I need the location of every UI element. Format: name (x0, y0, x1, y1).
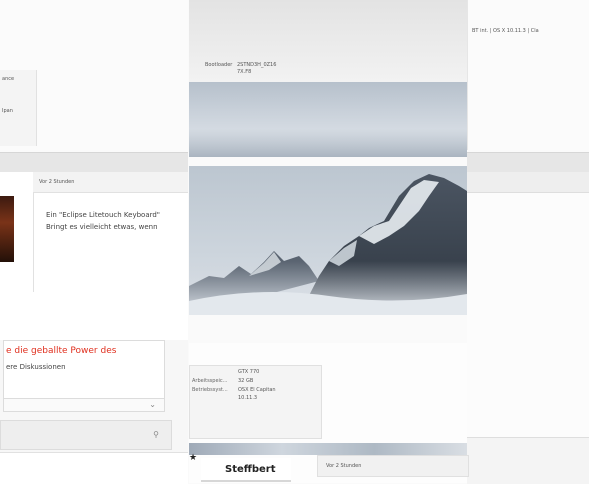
username-plate[interactable]: Steffbert (201, 458, 291, 482)
chevron-down-icon[interactable]: ⌄ (149, 400, 156, 409)
promo-subtext[interactable]: ere Diskussionen (6, 362, 66, 372)
separator (467, 152, 589, 174)
profile-info-box: ance Ipan (0, 70, 37, 146)
left-footer (0, 452, 188, 484)
wrench-icon[interactable]: ⚲ (153, 430, 159, 439)
right-panel-top: BT int. | OS X 10.11.3 | Cla (467, 0, 589, 150)
mountain-illustration (189, 174, 467, 315)
toolbar-bar: ⚲ (0, 420, 172, 450)
spec-value: 2STND3H_0Z16 (237, 62, 277, 68)
post-header: Vor 2 Stunden (33, 172, 188, 193)
sidebar-text: Ipan (2, 108, 13, 114)
right-panel-mid (467, 172, 589, 437)
avatar[interactable] (0, 196, 14, 262)
spec-label: Arbeitsspeic... (192, 378, 228, 384)
spec-label: Bootloader (205, 62, 233, 68)
post-header (467, 172, 589, 193)
promo-headline[interactable]: e die geballte Power des (6, 346, 116, 356)
post-text-line: Ein "Eclipse Litetouch Keyboard" (46, 211, 161, 219)
signature-text: BT int. | OS X 10.11.3 | Cla (472, 28, 539, 34)
separator (0, 152, 188, 174)
username[interactable]: Steffbert (225, 464, 276, 475)
dropdown[interactable]: ⌄ (3, 398, 165, 412)
left-sidebar-panel: ance Ipan (0, 0, 188, 150)
post-text-line: Bringt es vielleicht etwas, wenn (46, 223, 158, 231)
post-left: Vor 2 Stunden Ein "Eclipse Litetouch Key… (0, 172, 188, 340)
spec-value: OSX El Capitan (238, 387, 276, 393)
post-content: Ein "Eclipse Litetouch Keyboard" Bringt … (33, 192, 189, 292)
promo-box: e die geballte Power des ere Diskussione… (3, 340, 165, 400)
spec-value: 7X.F8 (237, 69, 252, 75)
left-bottom-area: e die geballte Power des ere Diskussione… (0, 340, 188, 484)
star-icon[interactable]: ★ (189, 453, 197, 463)
image-strip (189, 443, 467, 455)
system-specs-card: GTX 770 Arbeitsspeic... 32 GB Betriebssy… (189, 365, 322, 439)
post-header: Vor 2 Stunden (317, 455, 469, 477)
wallpaper-image-mountain (189, 166, 467, 315)
post-timestamp: Vor 2 Stunden (39, 179, 75, 185)
spec-value: GTX 770 (238, 369, 260, 375)
spec-value: 32 GB (238, 378, 254, 384)
right-panel-bottom (467, 437, 589, 484)
post-timestamp: Vor 2 Stunden (326, 463, 362, 469)
spec-value: 10.11.3 (238, 395, 258, 401)
spec-label: Betriebssyst... (192, 387, 228, 393)
sidebar-text: ance (2, 76, 15, 82)
spec-panel-top: Bootloader 2STND3H_0Z16 7X.F8 (189, 0, 467, 82)
center-column: Bootloader 2STND3H_0Z16 7X.F8 GTX 770 Ar… (189, 0, 467, 483)
wallpaper-image-top (189, 82, 467, 157)
